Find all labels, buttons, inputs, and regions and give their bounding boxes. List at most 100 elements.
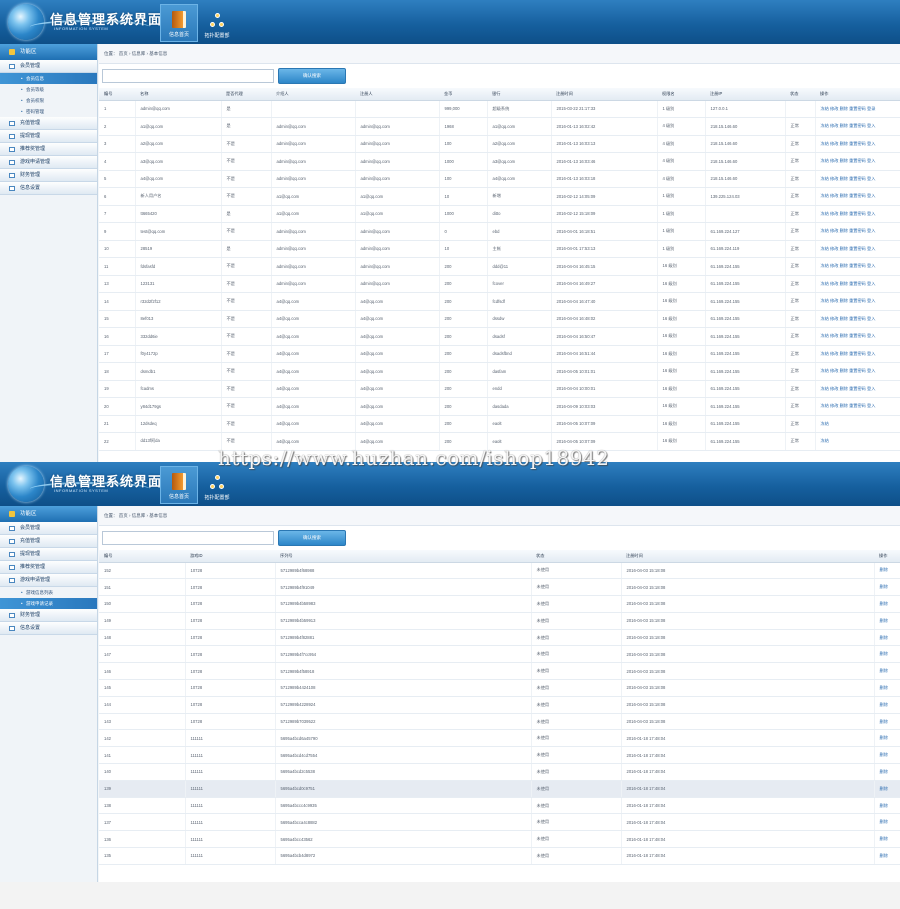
table-row[interactable]: 140 111111 5695a4bcd2c5538 未使用 2016-01-18 17… bbox=[99, 763, 900, 781]
sidebar-group[interactable]: 财务管理 bbox=[0, 609, 97, 622]
row-actions[interactable]: 删除 bbox=[874, 679, 900, 697]
row-actions[interactable]: 冻结 修改 删除 重置密码 登入 bbox=[815, 362, 900, 381]
table-row[interactable]: 17 f0y4172p 不是 a4@qq.com a4@qq.com 200 dsadsfb… bbox=[99, 345, 900, 363]
table-row[interactable]: 9 test@qq.com 不是 admin@qq.com admin@qq.com 0 e… bbox=[99, 222, 900, 241]
sidebar-group[interactable]: 游戏申请管理 bbox=[0, 574, 97, 587]
sidebar-item[interactable]: 密码管理 bbox=[0, 106, 97, 117]
row-actions[interactable]: 删除 bbox=[874, 696, 900, 714]
table-row[interactable]: 148 10728 5712989b4f82881 未使用 2016-04-03 15:… bbox=[99, 629, 900, 647]
table-row[interactable]: 141 111111 5695a4bcd4cd7554 未使用 2016-01-18 1… bbox=[99, 746, 900, 765]
sidebar-group[interactable]: 充值管理 bbox=[0, 117, 97, 130]
row-actions[interactable]: 删除 bbox=[874, 662, 900, 681]
row-actions[interactable]: 删除 bbox=[874, 763, 900, 781]
row-actions[interactable]: 冻结 修改 删除 重置密码 登入 bbox=[815, 187, 900, 206]
nav-topology[interactable]: 拓扑配置部 bbox=[198, 4, 236, 42]
row-actions[interactable]: 删除 bbox=[874, 830, 900, 849]
search-input[interactable] bbox=[102, 69, 274, 83]
table-row[interactable]: 147 10728 5712989b4f7cc954 未使用 2016-04-03 15… bbox=[99, 645, 900, 664]
sidebar-group[interactable]: 提现管理 bbox=[0, 548, 97, 561]
table-row[interactable]: 2 a1@qq.com 是 admin@qq.com admin@qq.com 1968 a… bbox=[99, 117, 900, 136]
sidebar-group[interactable]: 信息设置 bbox=[0, 622, 97, 635]
row-actions[interactable]: 删除 bbox=[874, 813, 900, 832]
row-actions[interactable]: 冻结 bbox=[815, 415, 900, 433]
row-actions[interactable]: 冻结 bbox=[815, 432, 900, 451]
search-button[interactable]: 确认搜索 bbox=[278, 68, 346, 84]
row-actions[interactable]: 删除 bbox=[874, 797, 900, 815]
row-actions[interactable]: 冻结 修改 删除 重置密码 登入 bbox=[815, 327, 900, 346]
table-row[interactable]: 143 10728 5712989b7039522 未使用 2016-04-03 15:… bbox=[99, 713, 900, 731]
sidebar-group[interactable]: 充值管理 bbox=[0, 535, 97, 548]
row-actions[interactable]: 删除 bbox=[874, 645, 900, 664]
row-actions[interactable]: 冻结 修改 删除 重置密码 登入 bbox=[815, 380, 900, 398]
table-row[interactable]: 145 10728 5712989b4424108 未使用 2016-04-03 15:… bbox=[99, 679, 900, 697]
sidebar-item[interactable]: 会员信息 bbox=[0, 73, 97, 84]
row-actions[interactable]: 冻结 修改 删除 重置密码 登入 bbox=[815, 135, 900, 153]
row-actions[interactable]: 冻结 修改 删除 重置密码 登入 bbox=[815, 205, 900, 223]
table-row[interactable]: 16 332dd6ie 不是 a4@qq.com a4@qq.com 200 dsadsf 2… bbox=[99, 327, 900, 346]
table-row[interactable]: 138 111111 5695a4bccc4c9935 未使用 2016-01-18 1… bbox=[99, 797, 900, 815]
row-actions[interactable]: 冻结 修改 删除 重置密码 登入 bbox=[815, 222, 900, 241]
table-row[interactable]: 152 10728 5712989b4f68988 未使用 2016-04-03 15:… bbox=[99, 562, 900, 580]
nav-topology[interactable]: 拓扑配置部 bbox=[198, 466, 236, 504]
sidebar-group[interactable]: 提现管理 bbox=[0, 130, 97, 143]
search-input[interactable] bbox=[102, 531, 274, 545]
table-row[interactable]: 19 fcadms 不是 a4@qq.com a4@qq.com 200 endd 2016-… bbox=[99, 380, 900, 398]
table-row[interactable]: 7 tt665420 是 a1@qq.com a1@qq.com 1000 ditto 201… bbox=[99, 205, 900, 223]
row-actions[interactable]: 删除 bbox=[874, 713, 900, 731]
table-row[interactable]: 135 111111 5695a4bcb4d8972 未使用 2016-01-18 17… bbox=[99, 847, 900, 865]
table-row[interactable]: 4 a3@qq.com 不是 admin@qq.com admin@qq.com 1000… bbox=[99, 152, 900, 171]
nav-home[interactable]: 信息首页 bbox=[160, 4, 198, 42]
table-row[interactable]: 11 fdsfasfd 不是 admin@qq.com admin@qq.com 200 d… bbox=[99, 257, 900, 276]
table-row[interactable]: 1 admin@qq.com 是 999,000 超级系统 2015-03-22 21:1… bbox=[99, 100, 900, 118]
table-row[interactable]: 6 新人用户名 不是 a1@qq.com a1@qq.com 10 新增 2016-02-12… bbox=[99, 187, 900, 206]
row-actions[interactable]: 冻结 修改 删除 重置密码 登录 bbox=[815, 100, 900, 118]
table-row[interactable]: 144 10728 5712989b4228924 未使用 2016-04-03 15:… bbox=[99, 696, 900, 714]
sidebar-group[interactable]: 游戏申请管理 bbox=[0, 156, 97, 169]
table-row[interactable]: 5 a4@qq.com 不是 admin@qq.com admin@qq.com 100 a… bbox=[99, 170, 900, 188]
nav-home[interactable]: 信息首页 bbox=[160, 466, 198, 504]
sidebar-group[interactable]: 推荐奖管理 bbox=[0, 143, 97, 156]
row-actions[interactable]: 删除 bbox=[874, 578, 900, 597]
table-row[interactable]: 20 y84d179gs 不是 a4@qq.com a4@qq.com 200 dasdad… bbox=[99, 397, 900, 416]
row-actions[interactable]: 删除 bbox=[874, 612, 900, 630]
row-actions[interactable]: 冻结 修改 删除 重置密码 登入 bbox=[815, 310, 900, 328]
row-actions[interactable]: 冻结 修改 删除 重置密码 登入 bbox=[815, 397, 900, 416]
sidebar-group[interactable]: 推荐奖管理 bbox=[0, 561, 97, 574]
row-actions[interactable]: 删除 bbox=[874, 746, 900, 765]
sidebar-group[interactable]: 会员管理 bbox=[0, 522, 97, 535]
table-row[interactable]: 137 111111 5695a4bcca4c8882 未使用 2016-01-18 1… bbox=[99, 813, 900, 832]
table-row[interactable]: 149 10728 5712989b4b59913 未使用 2016-04-03 15:… bbox=[99, 612, 900, 630]
sidebar-group[interactable]: 信息设置 bbox=[0, 182, 97, 195]
row-actions[interactable]: 删除 bbox=[874, 729, 900, 748]
row-actions[interactable]: 冻结 修改 删除 重置密码 登入 bbox=[815, 292, 900, 311]
table-row[interactable]: 139 111111 5695a4bcd0c9751 未使用 2016-01-18 17… bbox=[99, 780, 900, 798]
sidebar-group[interactable]: 会员管理 bbox=[0, 60, 97, 73]
row-actions[interactable]: 删除 bbox=[874, 629, 900, 647]
row-actions[interactable]: 删除 bbox=[874, 847, 900, 865]
table-row[interactable]: 13 123131 不是 admin@qq.com admin@qq.com 200 fco… bbox=[99, 275, 900, 293]
row-actions[interactable]: 冻结 修改 删除 重置密码 登入 bbox=[815, 275, 900, 293]
row-actions[interactable]: 冻结 修改 删除 重置密码 登入 bbox=[815, 345, 900, 363]
search-button[interactable]: 确认搜索 bbox=[278, 530, 346, 546]
table-row[interactable]: 10 28519 是 admin@qq.com admin@qq.com 10 主帐 2016… bbox=[99, 240, 900, 258]
table-row[interactable]: 151 10728 5712989b4f91049 未使用 2016-04-03 15:… bbox=[99, 578, 900, 597]
row-actions[interactable]: 冻结 修改 删除 重置密码 登入 bbox=[815, 152, 900, 171]
table-row[interactable]: 150 10728 5712989b4b58983 未使用 2016-04-03 15:… bbox=[99, 595, 900, 613]
sidebar-item[interactable]: 游戏信息列表 bbox=[0, 587, 97, 598]
row-actions[interactable]: 冻结 修改 删除 重置密码 登入 bbox=[815, 257, 900, 276]
table-row[interactable]: 3 a2@qq.com 不是 admin@qq.com admin@qq.com 100 a… bbox=[99, 135, 900, 153]
table-row[interactable]: 146 10728 5712989b4f58918 未使用 2016-04-03 15:… bbox=[99, 662, 900, 681]
sidebar-group[interactable]: 财务管理 bbox=[0, 169, 97, 182]
row-actions[interactable]: 删除 bbox=[874, 780, 900, 798]
row-actions[interactable]: 删除 bbox=[874, 562, 900, 580]
row-actions[interactable]: 冻结 修改 删除 重置密码 登入 bbox=[815, 170, 900, 188]
row-actions[interactable]: 冻结 修改 删除 重置密码 登入 bbox=[815, 117, 900, 136]
sidebar-item[interactable]: 会员权限 bbox=[0, 95, 97, 106]
row-actions[interactable]: 删除 bbox=[874, 595, 900, 613]
table-row[interactable]: 136 111111 5695a4bcc43562 未使用 2016-01-18 17:… bbox=[99, 830, 900, 849]
table-row[interactable]: 15 8ef013 不是 a4@qq.com a4@qq.com 200 dssdw 2016… bbox=[99, 310, 900, 328]
table-row[interactable]: 14 r32d2f2f12 不是 a4@qq.com a4@qq.com 200 fcdfs… bbox=[99, 292, 900, 311]
sidebar-item[interactable]: 游戏申请记录 bbox=[0, 598, 97, 609]
sidebar-item[interactable]: 会员等级 bbox=[0, 84, 97, 95]
table-row[interactable]: 18 dsmdb1 不是 a4@qq.com a4@qq.com 200 dasfam 201… bbox=[99, 362, 900, 381]
